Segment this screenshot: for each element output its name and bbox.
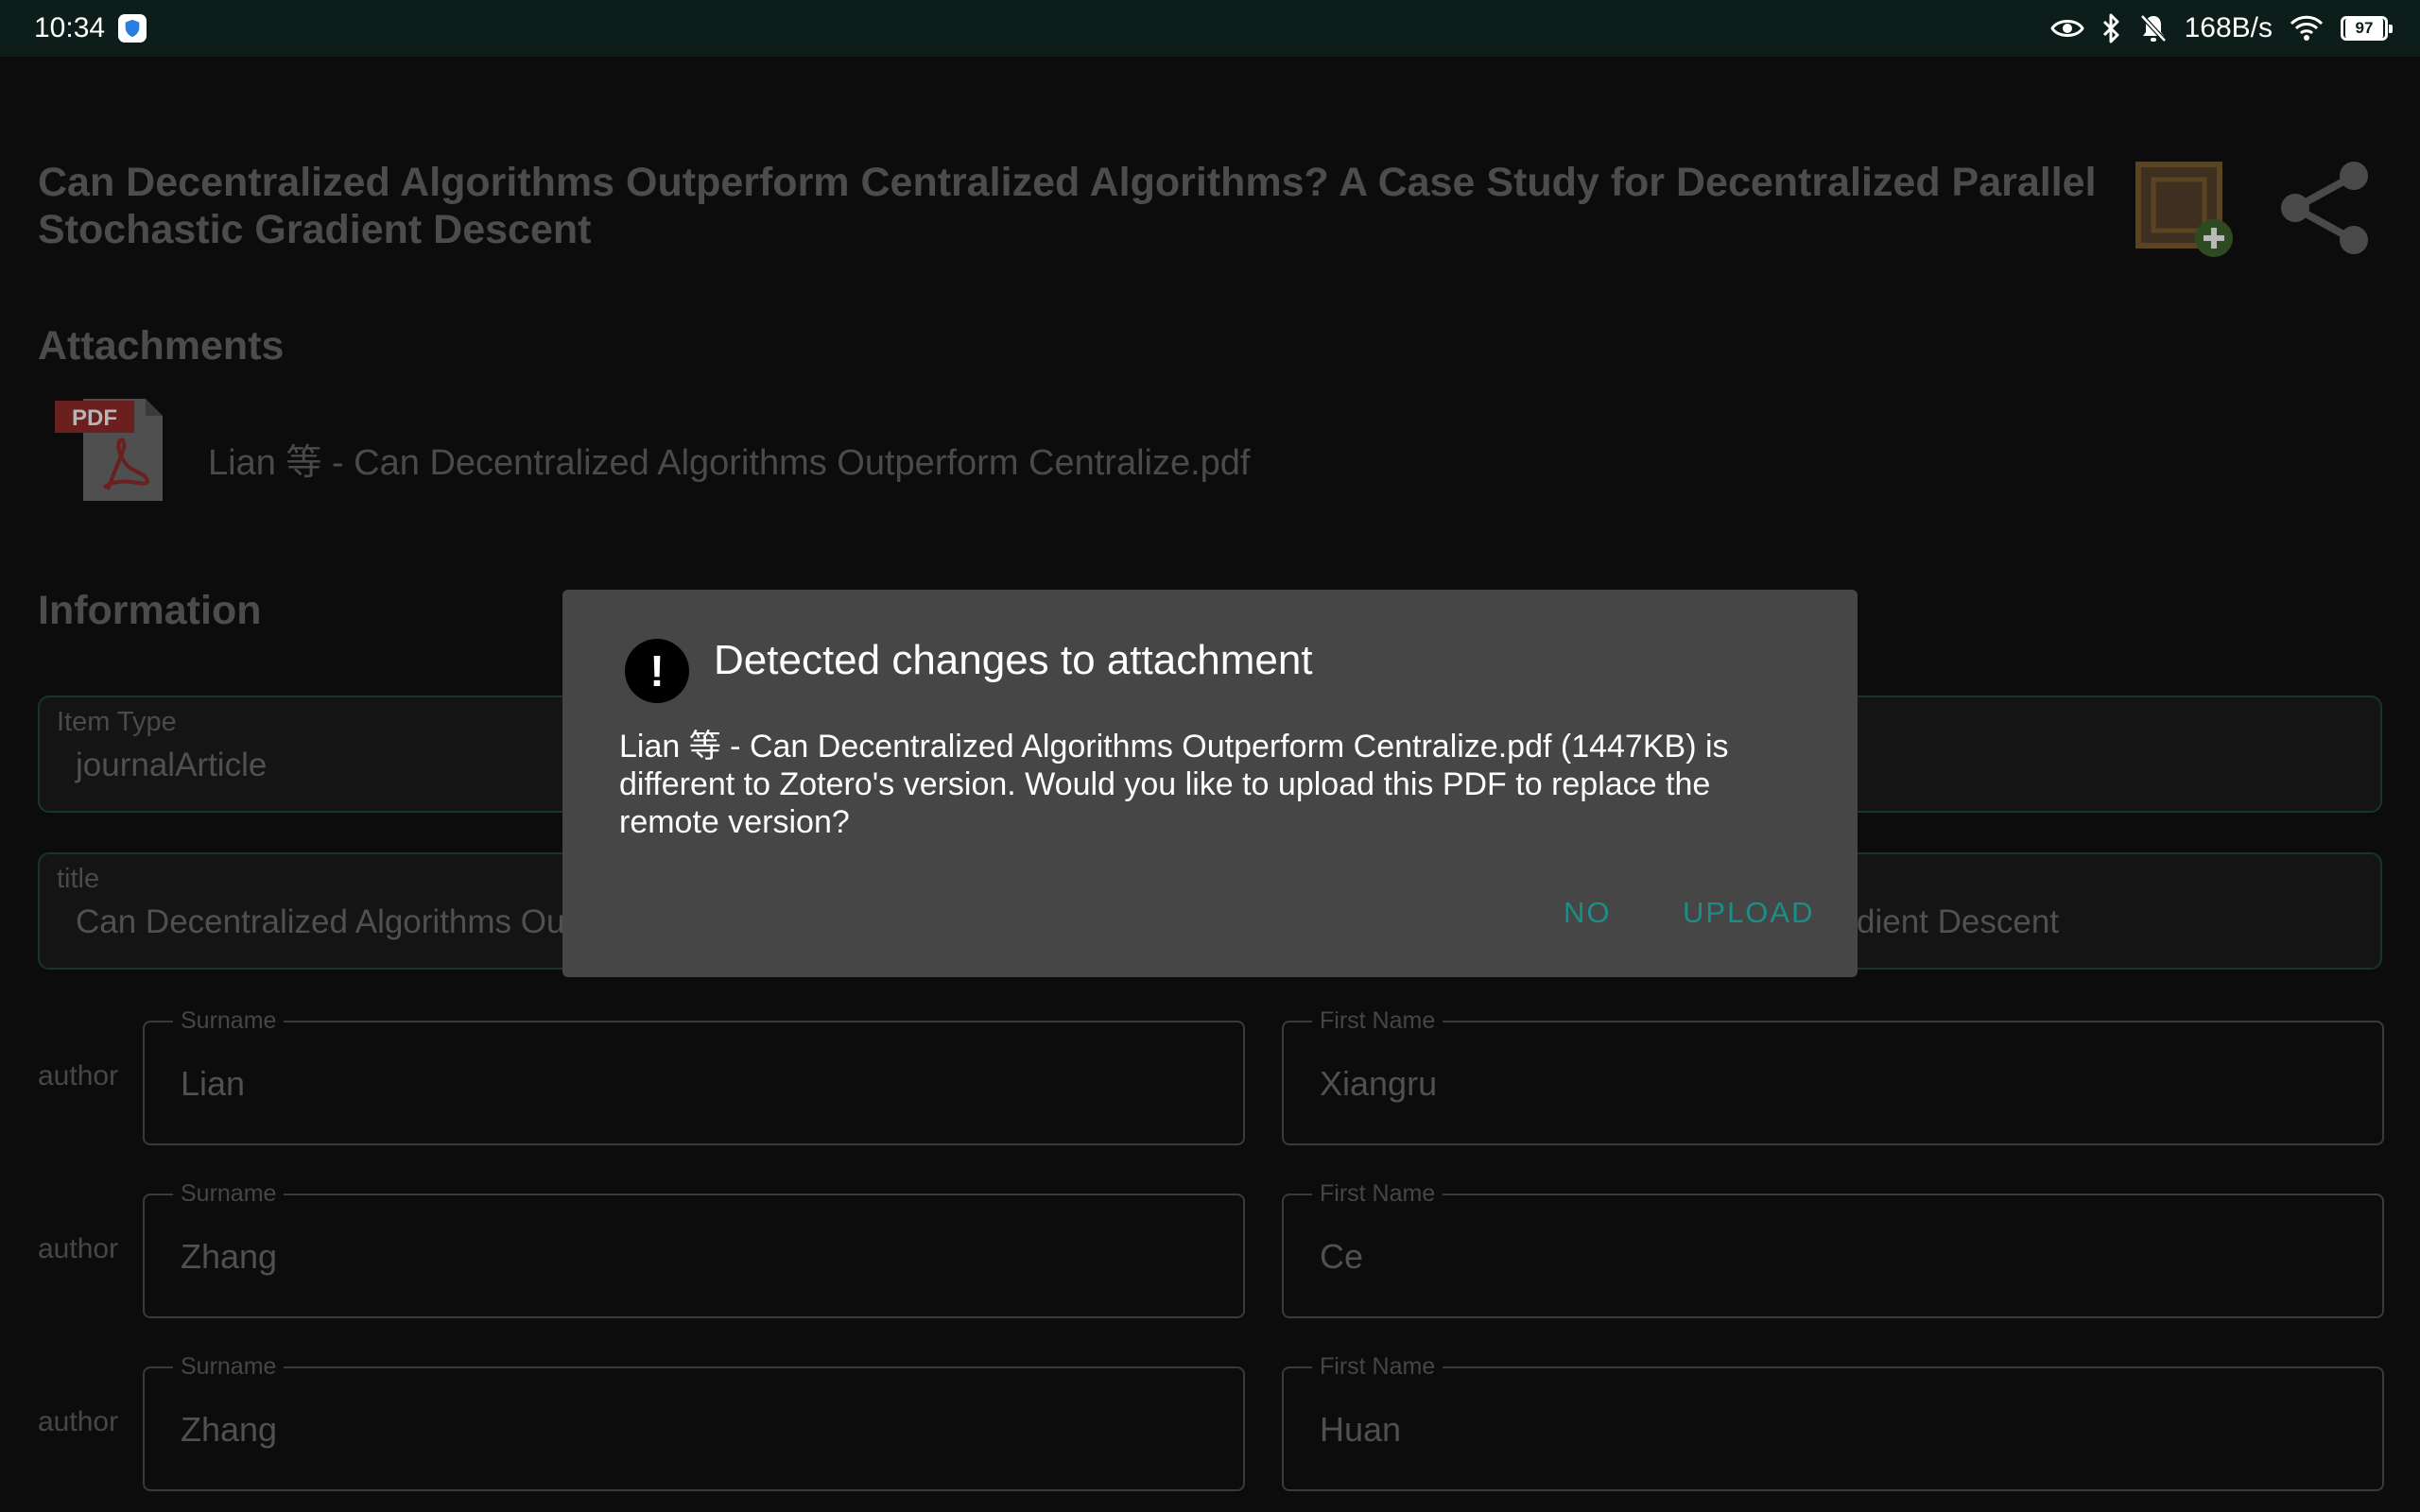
author-role-label: author	[38, 1406, 119, 1437]
item-title: Can Decentralized Algorithms Outperform …	[38, 160, 2097, 252]
first-name-value: Ce	[1320, 1237, 1364, 1276]
detected-changes-dialog: ! Detected changes to attachment Lian 等 …	[562, 590, 1858, 977]
app-screen: 10:34 168B/s 97 Can Decentralized Algori…	[0, 0, 2420, 1512]
author-first-name-field[interactable]: First Name Huan	[1282, 1353, 2384, 1491]
share-icon[interactable]	[2276, 159, 2371, 257]
first-name-label: First Name	[1312, 1180, 1443, 1207]
title-field-value-start: Can Decentralized Algorithms Ou	[76, 903, 565, 940]
add-attachment-icon[interactable]	[2135, 161, 2240, 259]
surname-value: Lian	[181, 1064, 246, 1103]
no-button[interactable]: NO	[1564, 896, 1612, 930]
mute-bell-icon	[2139, 13, 2168, 43]
item-type-label: Item Type	[57, 707, 177, 737]
bluetooth-icon	[2101, 13, 2122, 43]
security-shield-icon	[118, 14, 147, 43]
information-heading: Information	[38, 588, 262, 633]
alert-icon: !	[625, 639, 689, 703]
surname-label: Surname	[173, 1180, 285, 1207]
dialog-title: Detected changes to attachment	[714, 637, 1313, 683]
surname-label: Surname	[173, 1007, 285, 1034]
upload-button[interactable]: UPLOAD	[1683, 896, 1814, 930]
author-surname-field[interactable]: Surname Lian	[143, 1007, 1245, 1145]
pdf-badge-label: PDF	[72, 405, 117, 431]
eye-icon	[2049, 16, 2084, 41]
author-surname-field[interactable]: Surname Zhang	[143, 1180, 1245, 1318]
attachment-file-name[interactable]: Lian 等 - Can Decentralized Algorithms Ou…	[208, 433, 1250, 485]
author-role-label: author	[38, 1060, 119, 1091]
author-first-name-field[interactable]: First Name Xiangru	[1282, 1007, 2384, 1145]
first-name-value: Xiangru	[1320, 1064, 1438, 1103]
first-name-value: Huan	[1320, 1410, 1402, 1449]
surname-label: Surname	[173, 1353, 285, 1380]
first-name-label: First Name	[1312, 1007, 1443, 1034]
author-surname-field[interactable]: Surname Zhang	[143, 1353, 1245, 1491]
title-field-label: title	[57, 864, 100, 894]
attachments-heading: Attachments	[38, 323, 285, 369]
battery-icon: 97	[2341, 16, 2393, 41]
network-speed: 168B/s	[2184, 12, 2273, 43]
dialog-message: Lian 等 - Can Decentralized Algorithms Ou…	[619, 729, 1729, 840]
battery-level: 97	[2345, 19, 2383, 38]
wifi-icon	[2290, 15, 2324, 42]
clock: 10:34	[34, 12, 106, 43]
first-name-label: First Name	[1312, 1353, 1443, 1380]
author-first-name-field[interactable]: First Name Ce	[1282, 1180, 2384, 1318]
item-type-value: journalArticle	[76, 747, 268, 783]
surname-value: Zhang	[181, 1410, 278, 1449]
surname-value: Zhang	[181, 1237, 278, 1276]
pdf-file-icon[interactable]: PDF	[55, 397, 164, 503]
status-bar: 10:34 168B/s 97	[0, 0, 2420, 57]
author-role-label: author	[38, 1233, 119, 1264]
title-field-value-end: dient Descent	[1857, 903, 2060, 940]
